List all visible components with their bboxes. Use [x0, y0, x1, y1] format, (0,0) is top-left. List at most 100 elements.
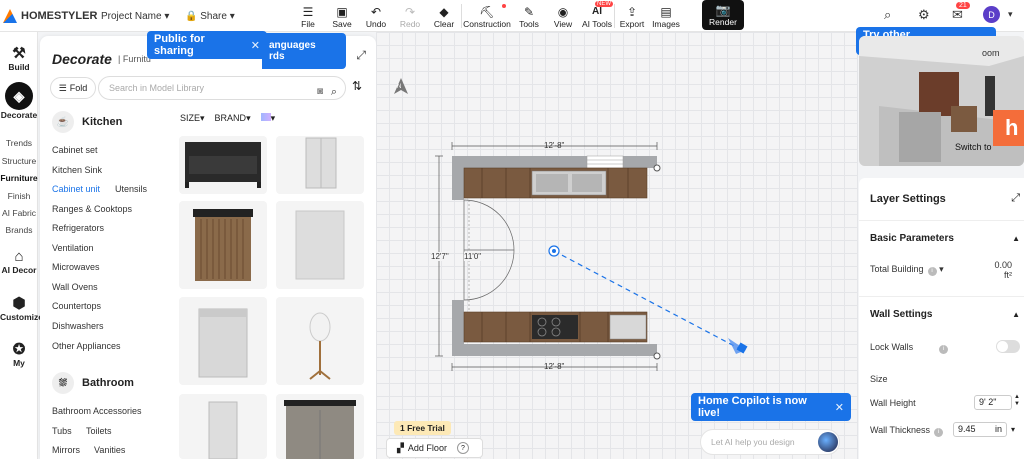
toolbar-save-button[interactable]: ▣ Save [325, 0, 359, 32]
switch-to-link[interactable]: Switch to [955, 142, 992, 152]
toolbar-redo-button[interactable]: ↷ Redo [393, 0, 427, 32]
gear-icon[interactable]: ⚙ [918, 7, 930, 23]
add-floor-icon: ▞ [397, 442, 404, 453]
model-search-input[interactable]: Search in Model Library ◙ ⌕ [98, 76, 346, 100]
category-item[interactable]: Other Appliances [52, 341, 121, 351]
panel-title: Decorate [52, 51, 112, 67]
wall-settings-header[interactable]: Wall Settings [870, 309, 932, 320]
category-kitchen-header[interactable]: ☕ Kitchen [52, 111, 122, 133]
category-item[interactable]: Utensils [115, 184, 147, 194]
size-filter[interactable]: SIZE▾ [180, 113, 205, 124]
chevron-down-icon[interactable]: ▾ [1008, 9, 1013, 20]
category-item[interactable]: Ventilation [52, 243, 94, 253]
rail-ai-decor[interactable]: ⌂ AI Decor [0, 248, 38, 275]
toolbar-file-button[interactable]: ☰ File [291, 0, 325, 32]
category-item[interactable]: Ranges & Cooktops [52, 204, 132, 214]
copilot-tooltip[interactable]: Home Copilot is now live! ✕ [691, 393, 851, 421]
rail-sub-structure[interactable]: Structure [0, 156, 38, 166]
model-thumbnail[interactable] [276, 297, 364, 385]
chevron-up-icon[interactable]: ▲ [1012, 310, 1020, 319]
expand-icon[interactable]: ⤢ [356, 48, 366, 63]
category-title: Kitchen [82, 116, 123, 128]
message-icon[interactable]: ✉ [952, 7, 963, 23]
category-item[interactable]: Refrigerators [52, 223, 104, 233]
tooltip-text: rds [269, 51, 285, 62]
color-filter[interactable]: ▾ [260, 113, 275, 124]
model-thumbnail[interactable] [179, 394, 267, 459]
category-item[interactable]: Toilets [86, 426, 112, 436]
info-icon[interactable]: i [939, 345, 949, 354]
add-floor-button[interactable]: ▞ Add Floor? [386, 438, 483, 458]
rail-sub-ai-fabric[interactable]: AI Fabric [0, 208, 38, 218]
toolbar-ai-tools-button[interactable]: AI AI Tools NEW [580, 0, 614, 32]
category-item[interactable]: Tubs [52, 426, 72, 436]
copilot-avatar-icon[interactable] [818, 432, 838, 452]
rail-sub-brands[interactable]: Brands [0, 225, 38, 235]
fold-button[interactable]: ☰ Fold [50, 77, 96, 99]
toolbar-undo-button[interactable]: ↶ Undo [359, 0, 393, 32]
category-item[interactable]: Mirrors [52, 445, 80, 455]
category-item[interactable]: Kitchen Sink [52, 165, 102, 175]
lock-walls-toggle[interactable] [996, 340, 1020, 353]
search-icon[interactable]: ⌕ [331, 81, 337, 103]
wall-height-stepper[interactable]: ▲ ▼ [1014, 394, 1020, 408]
category-item[interactable]: Dishwashers [52, 321, 104, 331]
chevron-up-icon[interactable]: ▲ [1012, 234, 1020, 243]
toolbar-view-button[interactable]: ◉ View [546, 0, 580, 32]
toolbar-label: View [553, 19, 573, 29]
close-icon[interactable]: ✕ [835, 401, 844, 414]
info-icon[interactable]: i [934, 428, 944, 437]
category-item[interactable]: Wall Ovens [52, 282, 98, 292]
model-thumbnail[interactable] [276, 136, 364, 194]
info-icon[interactable]: i [927, 267, 937, 276]
brand-promo-icon[interactable]: h [993, 110, 1024, 146]
rail-my[interactable]: ✪ My [0, 340, 38, 368]
catalog-icon[interactable]: ⌕ [884, 7, 891, 23]
model-thumbnail[interactable] [179, 136, 267, 194]
toolbar-construction-button[interactable]: ⛏ Construction [462, 0, 512, 32]
category-item[interactable]: Countertops [52, 301, 101, 311]
category-item-active[interactable]: Cabinet unit [52, 184, 100, 194]
category-item[interactable]: Vanities [94, 445, 125, 455]
rail-sub-trends[interactable]: Trends [0, 138, 38, 148]
expand-icon[interactable]: ⤢ [1011, 192, 1020, 205]
rail-sub-finish[interactable]: Finish [0, 191, 38, 201]
sort-icon[interactable]: ⇅ [352, 79, 362, 93]
render-button[interactable]: 📷 Render [702, 0, 744, 30]
model-thumbnail[interactable] [179, 201, 267, 289]
help-icon[interactable]: ? [456, 442, 469, 454]
rail-decorate[interactable]: ◈ Decorate [0, 82, 38, 120]
project-name-dropdown[interactable]: Project Name ▾ [101, 11, 169, 22]
bathtub-icon: ⛆ [52, 372, 74, 394]
customize-icon: ⬢ [12, 295, 26, 312]
total-building-value: 0.00 ft² [994, 260, 1012, 280]
model-thumbnail[interactable] [276, 201, 364, 289]
toolbar-tools-button[interactable]: ✎ Tools [512, 0, 546, 32]
category-item[interactable]: Bathroom Accessories [52, 406, 142, 416]
languages-tooltip-left[interactable]: anguages rds [262, 33, 346, 69]
category-item[interactable]: Cabinet set [52, 145, 98, 155]
toolbar-clear-button[interactable]: ◆ Clear [427, 0, 461, 32]
category-item[interactable]: Microwaves [52, 262, 100, 272]
basic-parameters-header[interactable]: Basic Parameters [870, 233, 954, 244]
toolbar-images-button[interactable]: ▤ Images [649, 0, 683, 32]
model-thumbnail[interactable] [276, 394, 364, 459]
app-logo[interactable]: HOMESTYLER [3, 9, 97, 23]
brand-filter[interactable]: BRAND▾ [215, 113, 251, 124]
user-avatar[interactable]: D [983, 6, 1000, 23]
chevron-down-icon[interactable]: ▾ [939, 264, 944, 274]
wall-thickness-field[interactable]: 9.45 in [953, 422, 1007, 437]
unit-dropdown-chevron-icon[interactable]: ▾ [1011, 425, 1015, 434]
rail-sub-furniture[interactable]: Furniture [0, 173, 38, 183]
wall-height-field[interactable]: 9' 2" [974, 395, 1012, 410]
share-button[interactable]: 🔒 Share ▾ [185, 11, 235, 22]
camera-search-icon[interactable]: ◙ [317, 81, 323, 103]
3d-preview[interactable]: oom [859, 36, 1024, 166]
rail-build[interactable]: ⚒ Build [0, 44, 38, 72]
toolbar-export-button[interactable]: ⇪ Export [615, 0, 649, 32]
close-icon[interactable]: ✕ [251, 39, 260, 52]
sharing-tooltip[interactable]: Public for sharing ✕ [147, 31, 267, 59]
rail-customize[interactable]: ⬢ Customize [0, 294, 43, 322]
model-thumbnail[interactable] [179, 297, 267, 385]
category-bathroom-header[interactable]: ⛆ Bathroom [52, 372, 134, 394]
